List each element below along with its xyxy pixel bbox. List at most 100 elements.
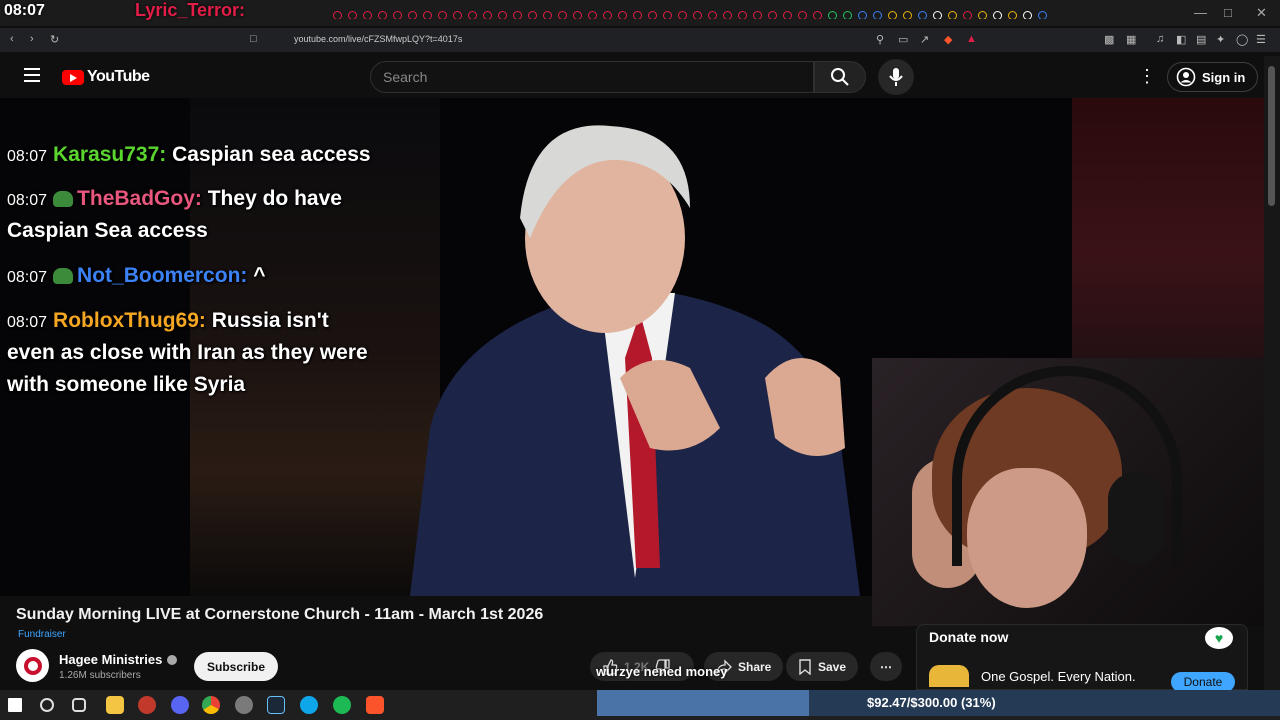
- app-icon-gray[interactable]: [235, 696, 253, 714]
- save-icon: [799, 658, 811, 675]
- chat-timestamp: 08:07: [7, 148, 48, 165]
- chat-message: 08:07 Not_Boomercon: ^: [7, 259, 266, 294]
- chat-separator: :: [198, 309, 212, 332]
- chat-text-continued: even as close with Iran as they were: [7, 341, 368, 364]
- chrome-icon[interactable]: [202, 696, 220, 714]
- extensions-icon[interactable]: ▩: [1104, 33, 1114, 46]
- youtube-play-icon: [62, 69, 84, 85]
- stream-clock: 08:07: [4, 2, 45, 19]
- translate-icon[interactable]: ▦: [1126, 33, 1136, 46]
- headset-earcup: [1108, 473, 1164, 563]
- account-icon: [1176, 67, 1196, 87]
- vpn-icon[interactable]: ✦: [1216, 33, 1225, 46]
- subscribe-button[interactable]: Subscribe: [194, 652, 279, 681]
- donate-heart-icon: ♥: [1205, 627, 1233, 649]
- close-icon[interactable]: ✕: [1256, 5, 1267, 21]
- chat-username[interactable]: RobloxThug69: [53, 309, 199, 332]
- rewards-icon[interactable]: ▲: [966, 33, 977, 45]
- chat-timestamp: 08:07: [7, 192, 48, 209]
- subscriber-count: 1.26M subscribers: [59, 670, 141, 681]
- maximize-icon[interactable]: □: [1224, 5, 1232, 20]
- youtube-logo-text: YouTube: [87, 68, 150, 85]
- search-button[interactable]: [814, 61, 866, 93]
- chat-message: 08:07 RobloxThug69: Russia isn't: [7, 304, 329, 339]
- browser-tabs[interactable]: [330, 7, 1130, 19]
- speaker-figure: [410, 125, 860, 596]
- address-bar: ‹ › ↻ □ youtube.com/live/cFZSMfwpLQY?t=4…: [0, 28, 1280, 52]
- back-icon[interactable]: ‹: [10, 33, 14, 45]
- sign-in-button[interactable]: Sign in: [1167, 62, 1259, 92]
- brave-icon[interactable]: [366, 696, 384, 714]
- guide-menu-icon[interactable]: [24, 68, 40, 82]
- forward-icon[interactable]: ›: [30, 33, 34, 45]
- shield-icon[interactable]: ◯: [1236, 33, 1248, 46]
- charity-name: One Gospel. Every Nation.: [981, 669, 1136, 684]
- search-input[interactable]: [371, 62, 813, 92]
- donate-panel: Donate now ♥ One Gospel. Every Nation. D…: [916, 624, 1248, 692]
- media-icon[interactable]: ♫: [1156, 33, 1164, 45]
- chat-username[interactable]: Not_Boomercon: [77, 264, 240, 287]
- sidebar-icon[interactable]: ◧: [1176, 33, 1186, 46]
- stage-backdrop-right: [1072, 98, 1264, 358]
- task-view-icon[interactable]: [72, 698, 86, 712]
- video-title: Sunday Morning LIVE at Cornerstone Churc…: [16, 606, 544, 623]
- share-page-icon[interactable]: ↗: [920, 33, 929, 46]
- reload-icon[interactable]: ↻: [50, 33, 59, 46]
- channel-name: Hagee Ministries: [59, 652, 163, 667]
- channel-name-row[interactable]: Hagee Ministries: [59, 652, 178, 667]
- verified-icon: [167, 655, 178, 665]
- brave-shield-icon[interactable]: ◆: [944, 33, 952, 46]
- voice-search-button[interactable]: [878, 59, 914, 95]
- search-icon: [831, 68, 849, 86]
- zoom-icon[interactable]: ⚲: [876, 33, 884, 46]
- wallet-icon[interactable]: ▤: [1196, 33, 1206, 46]
- file-explorer-icon[interactable]: [106, 696, 124, 714]
- chat-separator: :: [194, 187, 208, 210]
- chat-username[interactable]: Karasu737: [53, 143, 159, 166]
- edge-icon[interactable]: [300, 696, 318, 714]
- chat-separator: :: [159, 143, 173, 166]
- windows-start-icon[interactable]: [8, 698, 22, 712]
- webcam-feed: [872, 358, 1264, 626]
- settings-kebab-icon[interactable]: ⋮: [1138, 67, 1156, 85]
- search-box: [370, 61, 814, 93]
- page-scrollbar[interactable]: [1264, 56, 1280, 690]
- chat-emote-badge-icon: [53, 268, 74, 284]
- fundraiser-tag[interactable]: Fundraiser: [18, 629, 66, 640]
- windows-taskbar: $92.47/$300.00 (31%): [0, 690, 1280, 720]
- donation-goal-fill: [597, 690, 809, 716]
- now-playing-text: Lyric_Terror:: [135, 0, 246, 20]
- youtube-masthead: YouTube ⋮ Sign in: [0, 56, 1264, 98]
- save-button[interactable]: Save: [786, 652, 859, 681]
- alert-caption: wurzye nened money: [596, 664, 728, 679]
- channel-avatar[interactable]: [16, 649, 49, 682]
- chat-separator: :: [240, 264, 254, 287]
- chat-text: Caspian sea access: [172, 143, 371, 166]
- minimize-icon[interactable]: —: [1194, 5, 1207, 20]
- discord-icon[interactable]: [171, 696, 189, 714]
- chat-text: Russia isn't: [211, 309, 329, 332]
- chat-timestamp: 08:07: [7, 314, 48, 331]
- sign-in-label: Sign in: [1202, 69, 1246, 85]
- chat-timestamp: 08:07: [7, 269, 48, 286]
- app-icon-red[interactable]: [138, 696, 156, 714]
- chat-text: They do have: [207, 187, 342, 210]
- taskbar-search-icon[interactable]: [40, 698, 54, 712]
- chat-text-continued: Caspian Sea access: [7, 219, 208, 242]
- chat-emote-badge-icon: [53, 191, 74, 207]
- more-actions-button[interactable]: ⋯: [870, 652, 902, 681]
- bookmark-icon[interactable]: □: [250, 33, 257, 45]
- more-horizontal-icon: ⋯: [880, 659, 892, 674]
- spotify-icon[interactable]: [333, 696, 351, 714]
- menu-icon[interactable]: ☰: [1256, 33, 1266, 46]
- save-label: Save: [818, 659, 847, 674]
- youtube-logo[interactable]: YouTube: [62, 68, 150, 86]
- donate-button[interactable]: Donate: [1171, 672, 1235, 692]
- steam-icon[interactable]: [267, 696, 285, 714]
- chat-username[interactable]: TheBadGoy: [77, 187, 195, 210]
- cast-icon[interactable]: ▭: [898, 33, 908, 46]
- scrollbar-thumb[interactable]: [1268, 66, 1275, 206]
- url-input[interactable]: youtube.com/live/cFZSMfwpLQY?t=4017s: [294, 34, 462, 44]
- donation-goal-text: $92.47/$300.00 (31%): [867, 695, 996, 710]
- donation-goal-bar: $92.47/$300.00 (31%): [597, 690, 1280, 716]
